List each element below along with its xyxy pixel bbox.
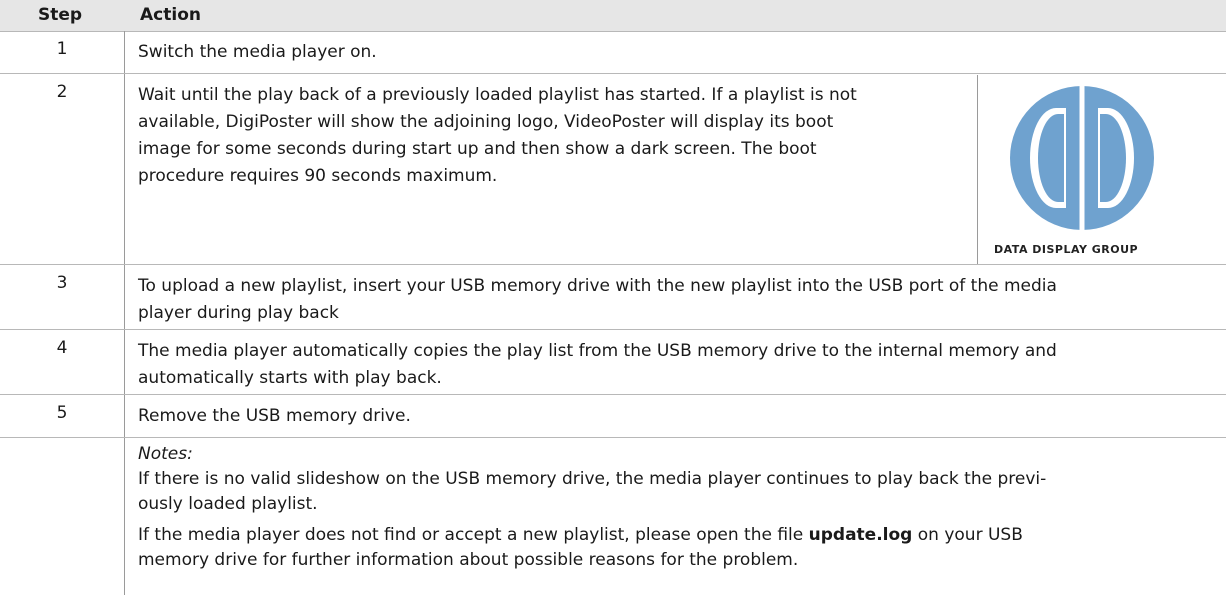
header-step: Step	[38, 5, 83, 25]
data-display-group-logo-icon	[984, 80, 1180, 260]
step-action: Switch the media player on.	[138, 39, 377, 66]
notes-heading: Notes:	[138, 444, 193, 464]
notes-para2-line2: memory drive for further information abo…	[138, 550, 799, 570]
action-line: available, DigiPoster will show the adjo…	[138, 112, 834, 132]
step-action: The media player automatically copies th…	[138, 338, 1057, 392]
step-action: Remove the USB memory drive.	[138, 403, 411, 430]
step-number: 2	[56, 82, 68, 102]
action-line: Switch the media player on.	[138, 42, 377, 62]
step-number: 1	[56, 39, 68, 59]
step-number: 5	[56, 403, 68, 423]
header-action: Action	[140, 5, 201, 25]
step-number: 3	[56, 273, 68, 293]
notes-content: Notes: If there is no valid slideshow on…	[138, 442, 1046, 573]
action-line: To upload a new playlist, insert your US…	[138, 276, 1057, 296]
table-header: Step Action	[0, 0, 1226, 32]
table-row: 4 The media player automatically copies …	[0, 330, 1226, 394]
action-line: procedure requires 90 seconds maximum.	[138, 166, 498, 186]
notes-para1-line2: ously loaded playlist.	[138, 494, 318, 514]
table-row: 3 To upload a new playlist, insert your …	[0, 265, 1226, 329]
action-line: Wait until the play back of a previously…	[138, 85, 857, 105]
notes-para1-line1: If there is no valid slideshow on the US…	[138, 469, 1047, 489]
notes-text: on your USB	[912, 525, 1023, 545]
logo-caption: DATA DISPLAY GROUP	[994, 243, 1139, 256]
action-line: automatically starts with play back.	[138, 368, 442, 388]
action-line: The media player automatically copies th…	[138, 341, 1057, 361]
log-filename: update.log	[808, 525, 913, 545]
step-action: Wait until the play back of a previously…	[138, 82, 857, 190]
action-line: player during play back	[138, 303, 339, 323]
notes-para2-line1: If the media player does not find or acc…	[138, 523, 1046, 548]
action-line: Remove the USB memory drive.	[138, 406, 411, 426]
table-row: 1 Switch the media player on.	[0, 31, 1226, 73]
notes-text: If the media player does not find or acc…	[138, 525, 809, 545]
step-action: To upload a new playlist, insert your US…	[138, 273, 1057, 327]
table-row: 5 Remove the USB memory drive.	[0, 395, 1226, 437]
notes-row: Notes: If there is no valid slideshow on…	[0, 438, 1226, 595]
step-number: 4	[56, 338, 68, 358]
logo-cell-divider	[977, 75, 978, 265]
action-line: image for some seconds during start up a…	[138, 139, 817, 159]
